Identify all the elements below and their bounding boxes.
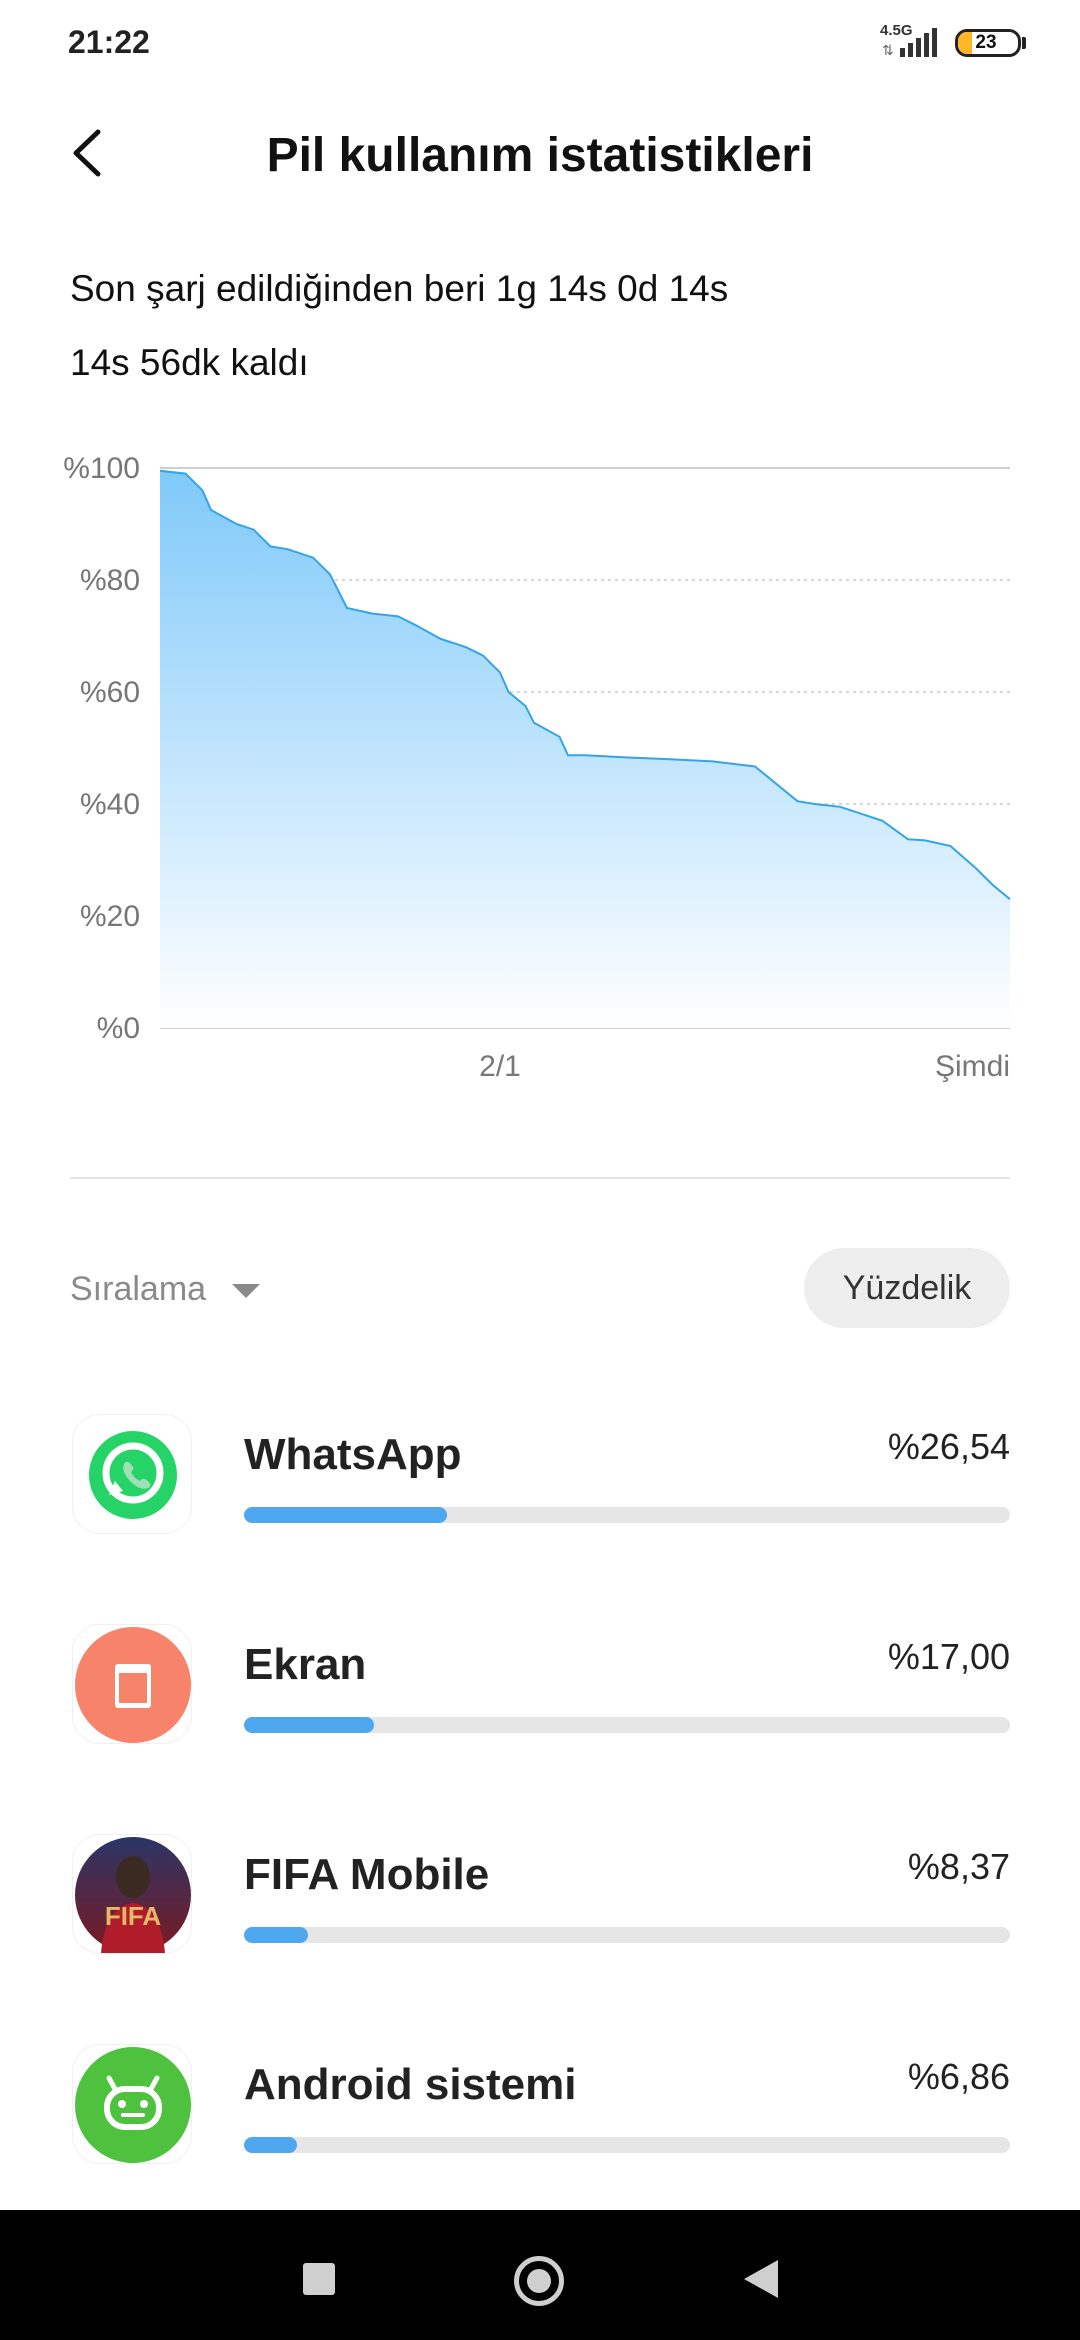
whatsapp-icon [72, 1414, 192, 1534]
screen-icon [72, 1624, 192, 1744]
app-name: WhatsApp [244, 1430, 462, 1479]
app-name: Ekran [244, 1640, 367, 1689]
page-title: Pil kullanım istatistikleri [266, 129, 814, 182]
list-item[interactable]: WhatsApp %26,54 [0, 1404, 1080, 1604]
usage-bar-track [244, 1717, 1010, 1733]
status-bar: 21:22 4.5G ⇅ 23 [0, 0, 1080, 90]
usage-bar-fill [244, 1507, 448, 1523]
sort-row: Sıralama Yüzdelik [0, 1248, 1080, 1330]
app-percent: %26,54 [887, 1426, 1010, 1467]
summary-since-charge: Son şarj edildiğinden beri 1g 14s 0d 14s [70, 268, 729, 309]
sort-label: Sıralama [70, 1270, 207, 1308]
signal-strength-icon [900, 28, 937, 57]
system-navigation-bar [0, 2210, 1080, 2340]
home-button[interactable] [514, 2256, 564, 2306]
recents-button[interactable] [303, 2263, 335, 2295]
usage-bar-fill [244, 1717, 375, 1733]
usage-bar-track [244, 2137, 1010, 2153]
nav-back-button[interactable] [744, 2260, 778, 2298]
y-tick-label: %100 [63, 452, 140, 485]
app-name: Android sistemi [244, 2060, 577, 2109]
list-item[interactable]: Android sistemi %6,86 [0, 2034, 1080, 2234]
status-time: 21:22 [68, 24, 150, 60]
summary-remaining: 14s 56dk kaldı [70, 342, 309, 383]
header: Pil kullanım istatistikleri [0, 100, 1080, 210]
usage-bar-fill [244, 1927, 309, 1943]
caret-down-icon [232, 1284, 260, 1298]
usage-bar-track [244, 1507, 1010, 1523]
fifa-icon-text: FIFA [105, 1901, 162, 1931]
x-tick-label: 2/1 [479, 1050, 521, 1083]
battery-icon: 23 [955, 29, 1021, 57]
battery-summary: Son şarj edildiğinden beri 1g 14s 0d 14s… [70, 252, 728, 400]
y-tick-label: %40 [80, 788, 140, 821]
battery-chart-svg: %100 %80 %60 %40 %20 %0 2/1 Şimdi [63, 452, 1011, 1083]
app-name: FIFA Mobile [244, 1850, 490, 1899]
battery-level-chart: %100 %80 %60 %40 %20 %0 2/1 Şimdi [0, 430, 1080, 1090]
x-tick-label: Şimdi [935, 1050, 1010, 1083]
list-item[interactable]: Ekran %17,00 [0, 1614, 1080, 1814]
app-percent: %17,00 [887, 1636, 1010, 1677]
battery-cap [1022, 37, 1026, 49]
y-tick-label: %80 [80, 564, 140, 597]
list-item[interactable]: FIFA FIFA Mobile %8,37 [0, 1824, 1080, 2024]
battery-area-fill [160, 470, 1010, 1028]
y-tick-label: %60 [80, 676, 140, 709]
fifa-mobile-icon: FIFA [72, 1834, 192, 1954]
app-percent: %8,37 [907, 1846, 1010, 1887]
y-tick-label: %0 [97, 1012, 140, 1045]
data-arrows-icon: ⇅ [882, 42, 894, 58]
section-divider [70, 1177, 1010, 1179]
home-icon [527, 2269, 551, 2293]
battery-level-text: 23 [975, 32, 997, 53]
percentage-mode-button[interactable]: Yüzdelik [804, 1248, 1010, 1328]
usage-bar-fill [244, 2137, 297, 2153]
usage-bar-track [244, 1927, 1010, 1943]
app-percent: %6,86 [907, 2056, 1010, 2097]
y-tick-label: %20 [80, 900, 140, 933]
android-system-icon [72, 2044, 192, 2164]
